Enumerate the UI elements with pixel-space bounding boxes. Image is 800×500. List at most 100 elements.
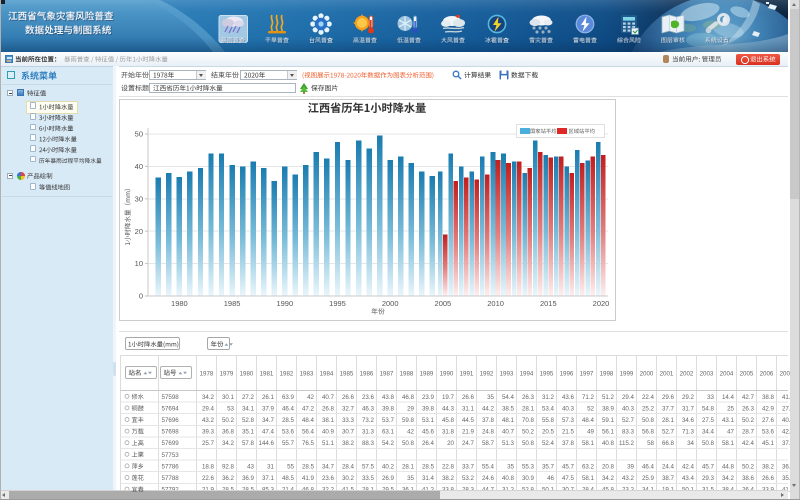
svg-text:1985: 1985 xyxy=(340,371,354,378)
svg-text:71.2: 71.2 xyxy=(582,394,595,401)
svg-text:2006: 2006 xyxy=(760,371,774,378)
svg-text:37.8: 37.8 xyxy=(482,417,495,424)
svg-text:63.2: 63.2 xyxy=(582,463,595,470)
svg-text:31.8: 31.8 xyxy=(442,429,455,436)
svg-text:39: 39 xyxy=(627,463,634,470)
svg-text:55: 55 xyxy=(287,463,294,470)
svg-text:25.7: 25.7 xyxy=(202,440,215,447)
svg-text:33.7: 33.7 xyxy=(462,463,475,470)
svg-text:27.5: 27.5 xyxy=(702,417,715,424)
svg-text:52: 52 xyxy=(587,405,594,412)
svg-text:24.8: 24.8 xyxy=(482,429,495,436)
svg-text:53.7: 53.7 xyxy=(382,417,395,424)
svg-text:42.7: 42.7 xyxy=(742,394,755,401)
svg-text:34.2: 34.2 xyxy=(602,475,615,482)
svg-text:42.4: 42.4 xyxy=(742,440,755,447)
svg-text:51.2: 51.2 xyxy=(602,394,615,401)
svg-text:73.2: 73.2 xyxy=(362,417,375,424)
svg-text:37.7: 37.7 xyxy=(662,405,675,412)
svg-text:1992: 1992 xyxy=(480,371,494,378)
svg-text:33: 33 xyxy=(707,394,714,401)
svg-text:40.8: 40.8 xyxy=(602,440,615,447)
svg-text:46.3: 46.3 xyxy=(362,405,375,412)
svg-text:38.5: 38.5 xyxy=(502,405,515,412)
svg-text:36.9: 36.9 xyxy=(242,475,255,482)
svg-text:23.6: 23.6 xyxy=(362,394,375,401)
svg-text:28.1: 28.1 xyxy=(662,417,675,424)
svg-text:18.8: 18.8 xyxy=(202,463,215,470)
svg-text:1983: 1983 xyxy=(300,371,314,378)
svg-text:1994: 1994 xyxy=(520,371,534,378)
svg-text:57.8: 57.8 xyxy=(242,440,255,447)
svg-text:29.3: 29.3 xyxy=(702,475,715,482)
svg-text:38.9: 38.9 xyxy=(602,405,615,412)
svg-text:26.6: 26.6 xyxy=(462,394,475,401)
svg-text:53.1: 53.1 xyxy=(422,417,435,424)
svg-text:22.4: 22.4 xyxy=(642,394,655,401)
svg-text:45.6: 45.6 xyxy=(422,429,435,436)
svg-text:28.1: 28.1 xyxy=(522,405,535,412)
svg-text:58.1: 58.1 xyxy=(582,440,595,447)
svg-text:44.8: 44.8 xyxy=(722,463,735,470)
svg-text:144.6: 144.6 xyxy=(259,440,275,447)
svg-text:55.8: 55.8 xyxy=(542,417,555,424)
svg-text:41.9: 41.9 xyxy=(302,475,315,482)
svg-text:55.7: 55.7 xyxy=(282,440,295,447)
svg-text:26.3: 26.3 xyxy=(742,405,755,412)
svg-text:34.4: 34.4 xyxy=(702,429,715,436)
svg-text:57.3: 57.3 xyxy=(562,417,575,424)
svg-text:42: 42 xyxy=(307,394,314,401)
svg-text:25.9: 25.9 xyxy=(642,475,655,482)
svg-text:38.8: 38.8 xyxy=(762,394,775,401)
svg-text:31.3: 31.3 xyxy=(362,429,375,436)
svg-text:2003: 2003 xyxy=(700,371,714,378)
svg-text:50.8: 50.8 xyxy=(702,440,715,447)
svg-text:53.4: 53.4 xyxy=(542,405,555,412)
svg-text:44.5: 44.5 xyxy=(462,417,475,424)
svg-text:35: 35 xyxy=(487,394,494,401)
svg-text:40.2: 40.2 xyxy=(382,463,395,470)
svg-text:19.7: 19.7 xyxy=(442,394,455,401)
svg-text:20.5: 20.5 xyxy=(542,429,555,436)
svg-text:1995: 1995 xyxy=(540,371,554,378)
svg-text:42.4: 42.4 xyxy=(682,463,695,470)
svg-text:57.5: 57.5 xyxy=(362,463,375,470)
svg-text:40.3: 40.3 xyxy=(562,405,575,412)
svg-text:35.1: 35.1 xyxy=(242,429,255,436)
svg-text:88.3: 88.3 xyxy=(362,440,375,447)
svg-text:25.2: 25.2 xyxy=(642,405,655,412)
svg-text:1996: 1996 xyxy=(560,371,574,378)
svg-text:47: 47 xyxy=(727,429,734,436)
svg-text:14.4: 14.4 xyxy=(722,394,735,401)
svg-text:52.4: 52.4 xyxy=(542,440,555,447)
svg-text:48.1: 48.1 xyxy=(502,417,515,424)
svg-text:43.2: 43.2 xyxy=(202,417,215,424)
svg-text:1982: 1982 xyxy=(280,371,294,378)
svg-text:38.2: 38.2 xyxy=(442,475,455,482)
svg-text:47.5: 47.5 xyxy=(562,475,575,482)
svg-text:40.9: 40.9 xyxy=(322,429,335,436)
svg-text:83.3: 83.3 xyxy=(622,429,635,436)
svg-text:59.1: 59.1 xyxy=(602,417,615,424)
svg-text:40.8: 40.8 xyxy=(502,475,515,482)
svg-text:1997: 1997 xyxy=(580,371,594,378)
svg-text:57598: 57598 xyxy=(162,394,180,401)
svg-text:45.8: 45.8 xyxy=(442,417,455,424)
svg-text:31.1: 31.1 xyxy=(462,405,475,412)
svg-text:35: 35 xyxy=(507,463,514,470)
svg-text:57788: 57788 xyxy=(162,475,180,482)
svg-text:50.2: 50.2 xyxy=(522,429,535,436)
svg-text:59.8: 59.8 xyxy=(402,417,415,424)
svg-text:1978: 1978 xyxy=(200,371,214,378)
svg-text:39.3: 39.3 xyxy=(202,429,215,436)
svg-text:58.1: 58.1 xyxy=(722,440,735,447)
svg-text:40.3: 40.3 xyxy=(622,405,635,412)
svg-text:56.8: 56.8 xyxy=(642,429,655,436)
svg-text:26.9: 26.9 xyxy=(382,475,395,482)
svg-text:46: 46 xyxy=(547,475,554,482)
svg-text:66.8: 66.8 xyxy=(662,440,675,447)
svg-text:52.7: 52.7 xyxy=(662,429,675,436)
svg-text:46.4: 46.4 xyxy=(642,463,655,470)
svg-text:44.2: 44.2 xyxy=(482,405,495,412)
svg-text:47.2: 47.2 xyxy=(302,405,315,412)
